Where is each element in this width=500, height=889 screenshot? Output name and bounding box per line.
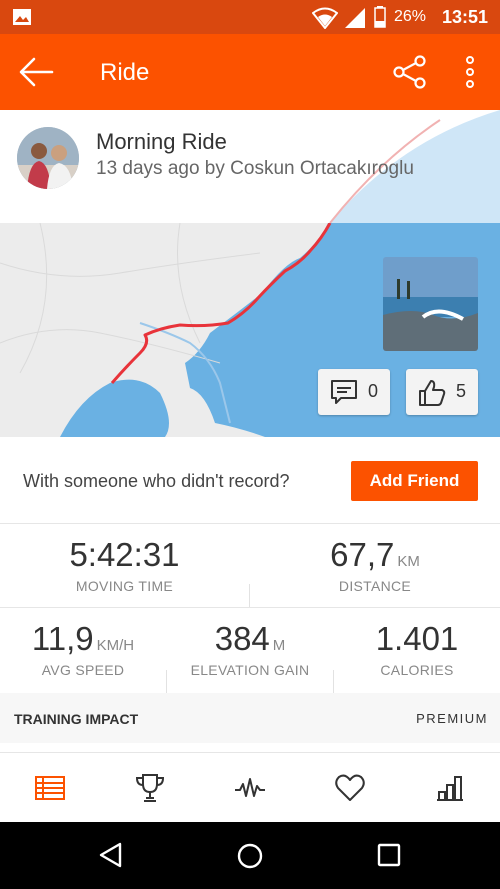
trophy-icon — [135, 774, 165, 802]
activity-header: Morning Ride 13 days ago by Coskun Ortac… — [0, 110, 500, 223]
premium-badge: PREMIUM — [416, 711, 488, 726]
kudos-button[interactable]: 5 — [406, 369, 478, 415]
system-nav-bar — [0, 822, 500, 889]
more-vert-icon[interactable] — [458, 54, 482, 90]
thumbs-up-icon — [419, 380, 446, 406]
share-icon[interactable] — [392, 54, 428, 90]
bottom-tab-bar — [0, 752, 500, 823]
tab-overview[interactable] — [0, 753, 100, 823]
calories-stat: 1.401 CALORIES — [334, 620, 500, 678]
tab-heart-rate[interactable] — [300, 753, 400, 823]
elevation-gain-label: ELEVATION GAIN — [190, 662, 310, 678]
training-impact-title: TRAINING IMPACT — [14, 711, 139, 727]
calories-label: CALORIES — [380, 662, 454, 678]
elevation-gain-value: 384 — [214, 620, 270, 657]
moving-time-label: MOVING TIME — [75, 578, 174, 594]
nav-home-icon[interactable] — [236, 842, 264, 870]
battery-icon — [374, 6, 386, 28]
image-icon — [13, 9, 31, 25]
comment-icon — [331, 380, 357, 404]
comment-count: 0 — [368, 381, 379, 401]
avg-speed-stat: 11,9 KM/H AVG SPEED — [0, 620, 166, 678]
tab-analysis[interactable] — [200, 753, 300, 823]
training-impact-header[interactable]: TRAINING IMPACT PREMIUM — [0, 693, 500, 743]
heart-icon — [335, 774, 365, 801]
avg-speed-value: 11,9 — [31, 620, 94, 657]
status-bar: 26% 13:51 — [0, 0, 500, 34]
nav-back-icon[interactable] — [98, 842, 124, 868]
avatar[interactable] — [17, 127, 79, 189]
analysis-wave-icon — [235, 778, 265, 797]
elevation-gain-unit: M — [272, 637, 286, 654]
app-bar: Ride — [0, 34, 500, 110]
add-friend-button[interactable]: Add Friend — [351, 461, 478, 501]
activity-photo[interactable] — [383, 257, 478, 351]
stats-row-primary: 5:42:31 MOVING TIME 67,7 KM DISTANCE — [0, 524, 500, 608]
kudos-count: 5 — [456, 381, 467, 401]
distance-stat: 67,7 KM DISTANCE — [250, 536, 500, 594]
moving-time-value: 5:42:31 — [69, 536, 180, 573]
elevation-gain-stat: 384 M ELEVATION GAIN — [167, 620, 333, 678]
overview-list-icon — [35, 776, 65, 800]
clock: 13:51 — [441, 7, 488, 27]
signal-icon — [345, 8, 365, 28]
moving-time-stat: 5:42:31 MOVING TIME — [0, 536, 249, 594]
page-title: Ride — [100, 59, 150, 86]
battery-percent: 26% — [393, 8, 426, 25]
bar-chart-icon — [437, 776, 463, 801]
activity-subtitle[interactable]: 13 days ago by Coskun Ortacakıroglu — [96, 158, 414, 180]
distance-label: DISTANCE — [338, 578, 412, 594]
comments-button[interactable]: 0 — [318, 369, 390, 415]
distance-value: 67,7 — [330, 536, 395, 573]
add-friend-row: With someone who didn't record? Add Frie… — [0, 437, 500, 524]
friend-prompt: With someone who didn't record? — [23, 471, 290, 491]
wifi-icon — [312, 7, 338, 29]
distance-unit: KM — [397, 553, 420, 570]
route-map[interactable]: 0 5 — [0, 223, 500, 437]
tab-achievements[interactable] — [100, 753, 200, 823]
calories-value: 1.401 — [375, 620, 459, 657]
back-arrow-icon[interactable] — [18, 56, 54, 88]
nav-recents-icon[interactable] — [377, 843, 401, 867]
avg-speed-label: AVG SPEED — [41, 662, 125, 678]
avg-speed-unit: KM/H — [96, 637, 135, 654]
activity-name: Morning Ride — [96, 129, 227, 154]
stats-row-secondary: 11,9 KM/H AVG SPEED 384 M ELEVATION GAIN 1… — [0, 608, 500, 693]
tab-segments[interactable] — [400, 753, 500, 823]
